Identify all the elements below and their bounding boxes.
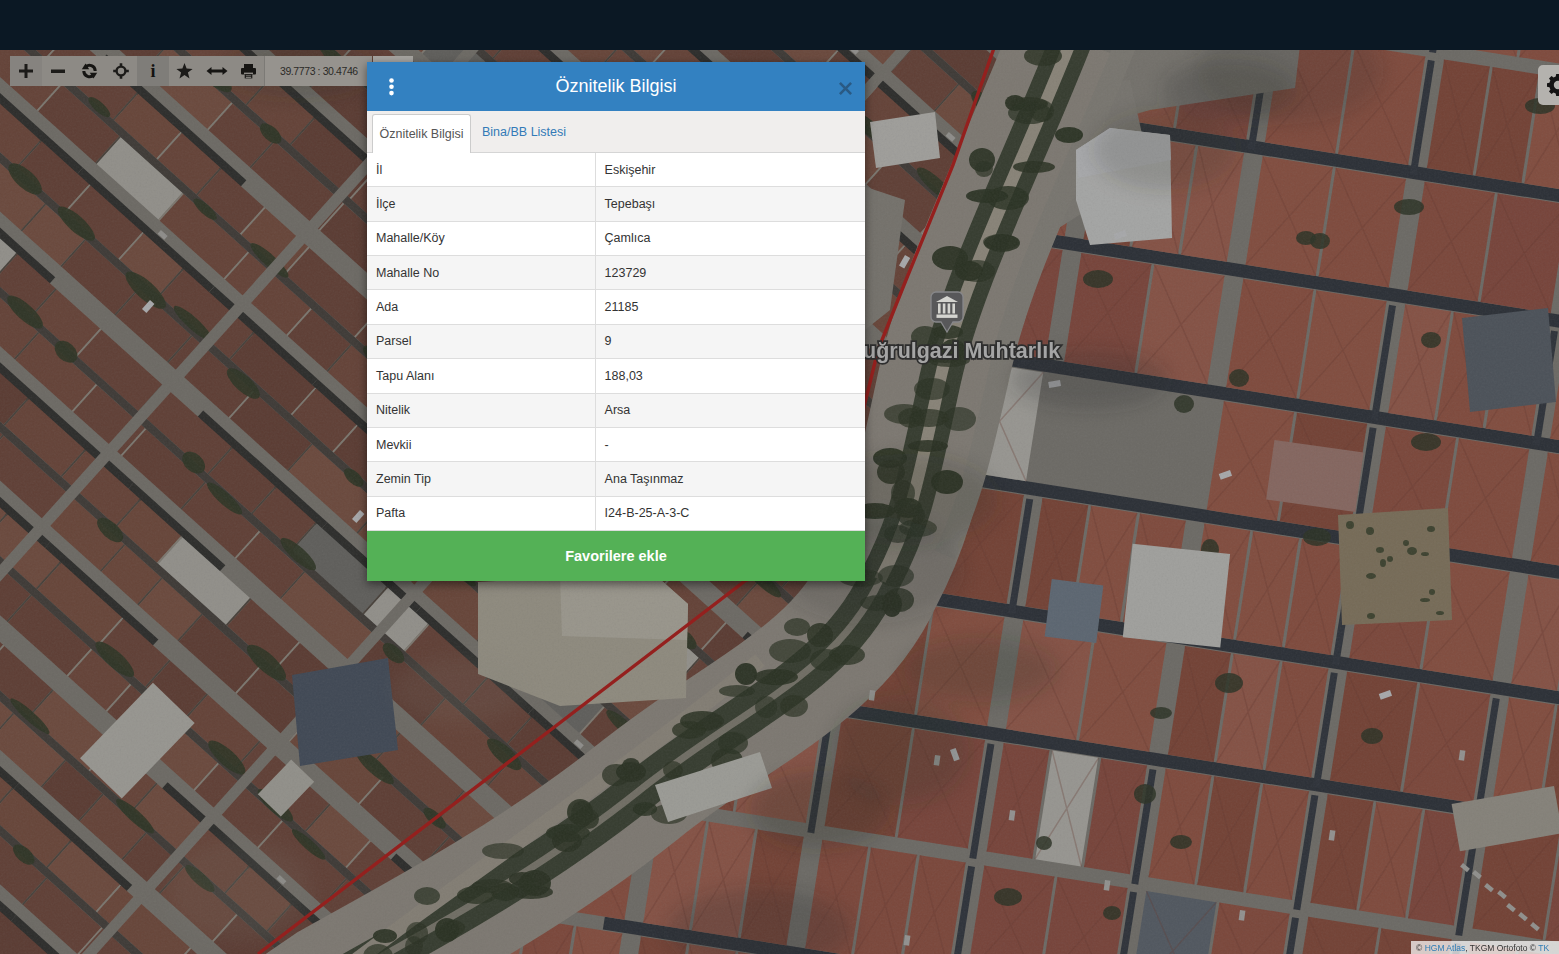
svg-text:uğrulgazi Muhtarlık: uğrulgazi Muhtarlık: [863, 339, 1060, 363]
svg-text:© HGM Atlas, TKGM Ortofoto © T: © HGM Atlas, TKGM Ortofoto © TK: [1416, 943, 1549, 953]
